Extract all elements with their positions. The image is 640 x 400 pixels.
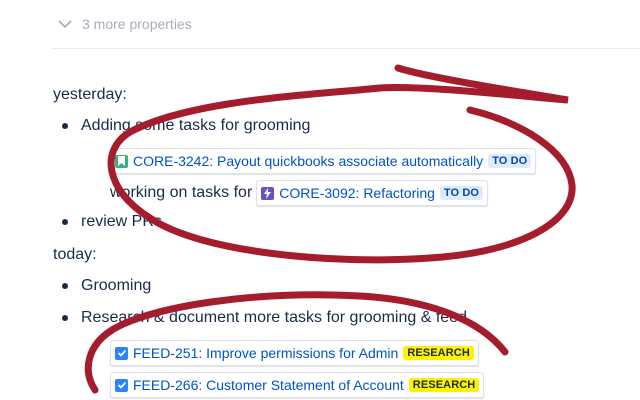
issue-row-feed-266: FEED-266: Customer Statement of Account … (110, 372, 485, 398)
issue-key-title: CORE-3242: Payout quickbooks associate a… (133, 153, 484, 169)
issue-key-title: FEED-251: Improve permissions for Admin (133, 345, 399, 361)
bullet-dot (62, 315, 68, 321)
status-badge: RESEARCH (403, 346, 474, 360)
story-icon (115, 154, 128, 168)
status-badge: TO DO (488, 154, 532, 168)
epic-icon (261, 186, 275, 200)
list-item: Grooming (62, 277, 151, 295)
section-heading-today: today: (53, 246, 97, 263)
issue-row-core-3242: CORE-3242: Payout quickbooks associate a… (110, 148, 537, 174)
issue-prefix-text: working on tasks for (110, 184, 253, 201)
more-properties-toggle[interactable]: 3 more properties (56, 12, 192, 36)
bullet-dot (62, 283, 68, 289)
more-properties-label: 3 more properties (82, 16, 192, 32)
document-body: 3 more properties yesterday: Adding some… (0, 0, 640, 400)
chevron-down-icon (58, 20, 72, 29)
status-badge: RESEARCH (408, 378, 480, 392)
list-item-text: Grooming (81, 277, 152, 294)
section-heading-yesterday: yesterday: (53, 86, 127, 103)
issue-link-feed-266[interactable]: FEED-266: Customer Statement of Account … (110, 372, 485, 398)
list-item: Research & document more tasks for groom… (62, 309, 467, 327)
issue-row-feed-251: FEED-251: Improve permissions for Admin … (110, 340, 479, 366)
issue-row-core-3092: working on tasks for CORE-3092: Refactor… (110, 180, 489, 206)
task-icon (115, 346, 128, 360)
list-item-text: review PRs (81, 213, 162, 230)
status-badge: TO DO (439, 186, 484, 200)
bullet-dot (62, 219, 68, 225)
issue-key-title: CORE-3092: Refactoring (279, 185, 435, 201)
list-item: Adding some tasks for grooming (62, 117, 310, 135)
issue-link-core-3092[interactable]: CORE-3092: Refactoring TO DO (256, 180, 489, 206)
list-item: review PRs (62, 213, 162, 231)
issue-link-feed-251[interactable]: FEED-251: Improve permissions for Admin … (110, 340, 479, 366)
list-item-text: Research & document more tasks for groom… (81, 309, 467, 326)
list-item-text: Adding some tasks for grooming (81, 117, 311, 134)
issue-key-title: FEED-266: Customer Statement of Account (133, 377, 404, 393)
bullet-dot (62, 123, 68, 129)
divider (52, 48, 640, 49)
issue-link-core-3242[interactable]: CORE-3242: Payout quickbooks associate a… (110, 148, 537, 174)
task-icon (115, 378, 128, 392)
